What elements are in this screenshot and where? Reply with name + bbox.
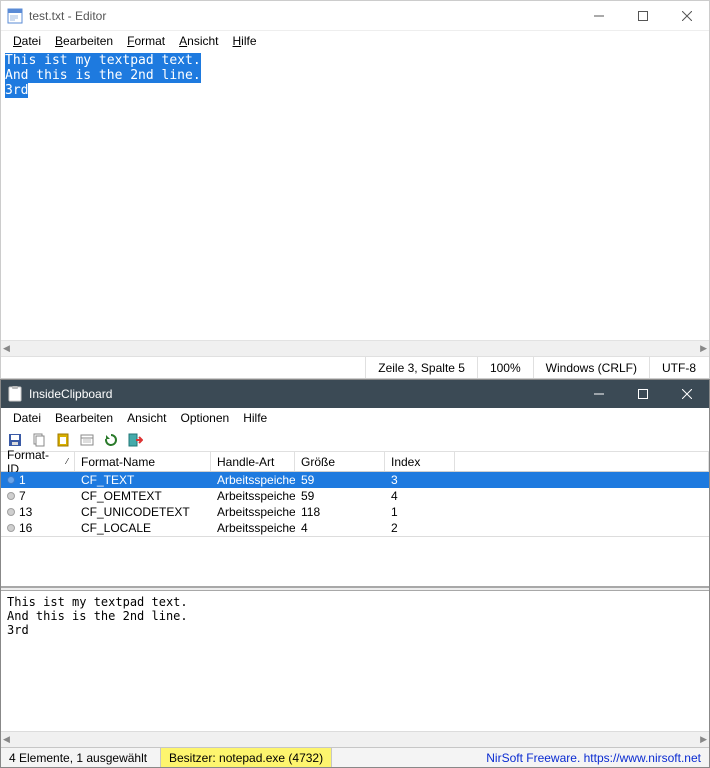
editor-textarea[interactable]: This ist my textpad text.And this is the… xyxy=(1,51,709,340)
exit-icon[interactable] xyxy=(125,430,145,450)
th-format-id[interactable]: Format-ID ⁄ xyxy=(1,452,75,471)
cell-id: 13 xyxy=(19,505,32,519)
th-size[interactable]: Größe xyxy=(295,452,385,471)
minimize-button[interactable] xyxy=(577,1,621,31)
notepad-icon xyxy=(7,8,23,24)
preview-line: 3rd xyxy=(7,623,703,637)
cell-index: 1 xyxy=(385,505,455,519)
table-row[interactable]: 1 CF_TEXTArbeitsspeicher593 xyxy=(1,472,709,488)
ic-preview-pane[interactable]: This ist my textpad text.And this is the… xyxy=(1,591,709,731)
cell-id: 7 xyxy=(19,489,26,503)
row-bullet-icon xyxy=(7,492,15,500)
editor-selected-text[interactable]: 3rd xyxy=(5,83,28,98)
ic-menu-edit[interactable]: Bearbeiten xyxy=(49,409,119,427)
status-encoding: UTF-8 xyxy=(649,357,709,378)
editor-selected-text[interactable]: And this is the 2nd line. xyxy=(5,68,201,83)
menu-help[interactable]: Hilfe xyxy=(227,32,263,50)
cell-index: 2 xyxy=(385,521,455,535)
ic-titlebar[interactable]: InsideClipboard xyxy=(1,380,709,408)
maximize-button[interactable] xyxy=(621,1,665,31)
editor-titlebar[interactable]: test.txt - Editor xyxy=(1,1,709,31)
cell-id: 16 xyxy=(19,521,32,535)
cell-name: CF_LOCALE xyxy=(75,521,211,535)
cell-name: CF_TEXT xyxy=(75,473,211,487)
ic-table-empty-area xyxy=(1,537,709,587)
ic-close-button[interactable] xyxy=(665,380,709,408)
cell-index: 4 xyxy=(385,489,455,503)
editor-window: test.txt - Editor Datei Bearbeiten Forma… xyxy=(0,0,710,379)
ic-menubar: Datei Bearbeiten Ansicht Optionen Hilfe xyxy=(1,408,709,428)
ic-menu-options[interactable]: Optionen xyxy=(174,409,235,427)
ic-status-count: 4 Elemente, 1 ausgewählt xyxy=(1,748,161,767)
ic-statusbar: 4 Elemente, 1 ausgewählt Besitzer: notep… xyxy=(1,747,709,767)
editor-selected-text[interactable]: This ist my textpad text. xyxy=(5,53,201,68)
cell-size: 59 xyxy=(295,473,385,487)
editor-menubar: Datei Bearbeiten Format Ansicht Hilfe xyxy=(1,31,709,51)
row-bullet-icon xyxy=(7,524,15,532)
cell-handle: Arbeitsspeicher xyxy=(211,505,295,519)
cell-size: 118 xyxy=(295,505,385,519)
ic-title: InsideClipboard xyxy=(29,387,577,401)
status-caret: Zeile 3, Spalte 5 xyxy=(365,357,477,378)
status-zoom: 100% xyxy=(477,357,533,378)
copy-icon[interactable] xyxy=(29,430,49,450)
menu-file[interactable]: Datei xyxy=(7,32,47,50)
cell-handle: Arbeitsspeicher xyxy=(211,473,295,487)
ic-status-owner: Besitzer: notepad.exe (4732) xyxy=(161,748,332,767)
paste-icon[interactable] xyxy=(53,430,73,450)
ic-table: Format-ID ⁄ Format-Name Handle-Art Größe… xyxy=(1,452,709,537)
menu-view[interactable]: Ansicht xyxy=(173,32,224,50)
ic-maximize-button[interactable] xyxy=(621,380,665,408)
th-index[interactable]: Index xyxy=(385,452,455,471)
insideclipboard-window: InsideClipboard Datei Bearbeiten Ansicht… xyxy=(0,379,710,768)
editor-statusbar: Zeile 3, Spalte 5 100% Windows (CRLF) UT… xyxy=(1,356,709,378)
ic-menu-view[interactable]: Ansicht xyxy=(121,409,172,427)
th-format-name[interactable]: Format-Name xyxy=(75,452,211,471)
th-handle[interactable]: Handle-Art xyxy=(211,452,295,471)
clipboard-icon xyxy=(7,386,23,402)
cell-handle: Arbeitsspeicher xyxy=(211,521,295,535)
menu-format[interactable]: Format xyxy=(121,32,171,50)
ic-menu-help[interactable]: Hilfe xyxy=(237,409,273,427)
cell-handle: Arbeitsspeicher xyxy=(211,489,295,503)
save-icon[interactable] xyxy=(5,430,25,450)
table-row[interactable]: 16 CF_LOCALEArbeitsspeicher42 xyxy=(1,520,709,536)
ic-horizontal-scrollbar[interactable]: ◀▶ xyxy=(1,731,709,747)
cell-index: 3 xyxy=(385,473,455,487)
properties-icon[interactable] xyxy=(77,430,97,450)
table-row[interactable]: 13 CF_UNICODETEXTArbeitsspeicher1181 xyxy=(1,504,709,520)
row-bullet-icon xyxy=(7,508,15,516)
status-eol: Windows (CRLF) xyxy=(533,357,649,378)
cell-name: CF_UNICODETEXT xyxy=(75,505,211,519)
cell-size: 59 xyxy=(295,489,385,503)
close-button[interactable] xyxy=(665,1,709,31)
ic-minimize-button[interactable] xyxy=(577,380,621,408)
table-row[interactable]: 7 CF_OEMTEXTArbeitsspeicher594 xyxy=(1,488,709,504)
cell-id: 1 xyxy=(19,473,26,487)
preview-line: And this is the 2nd line. xyxy=(7,609,703,623)
editor-horizontal-scrollbar[interactable]: ◀▶ xyxy=(1,340,709,356)
ic-menu-file[interactable]: Datei xyxy=(7,409,47,427)
ic-status-link[interactable]: NirSoft Freeware. https://www.nirsoft.ne… xyxy=(478,751,709,765)
cell-size: 4 xyxy=(295,521,385,535)
preview-line: This ist my textpad text. xyxy=(7,595,703,609)
editor-title: test.txt - Editor xyxy=(29,9,577,23)
ic-table-header[interactable]: Format-ID ⁄ Format-Name Handle-Art Größe… xyxy=(1,452,709,472)
menu-edit[interactable]: Bearbeiten xyxy=(49,32,119,50)
row-bullet-icon xyxy=(7,476,15,484)
refresh-icon[interactable] xyxy=(101,430,121,450)
cell-name: CF_OEMTEXT xyxy=(75,489,211,503)
ic-toolbar xyxy=(1,428,709,452)
